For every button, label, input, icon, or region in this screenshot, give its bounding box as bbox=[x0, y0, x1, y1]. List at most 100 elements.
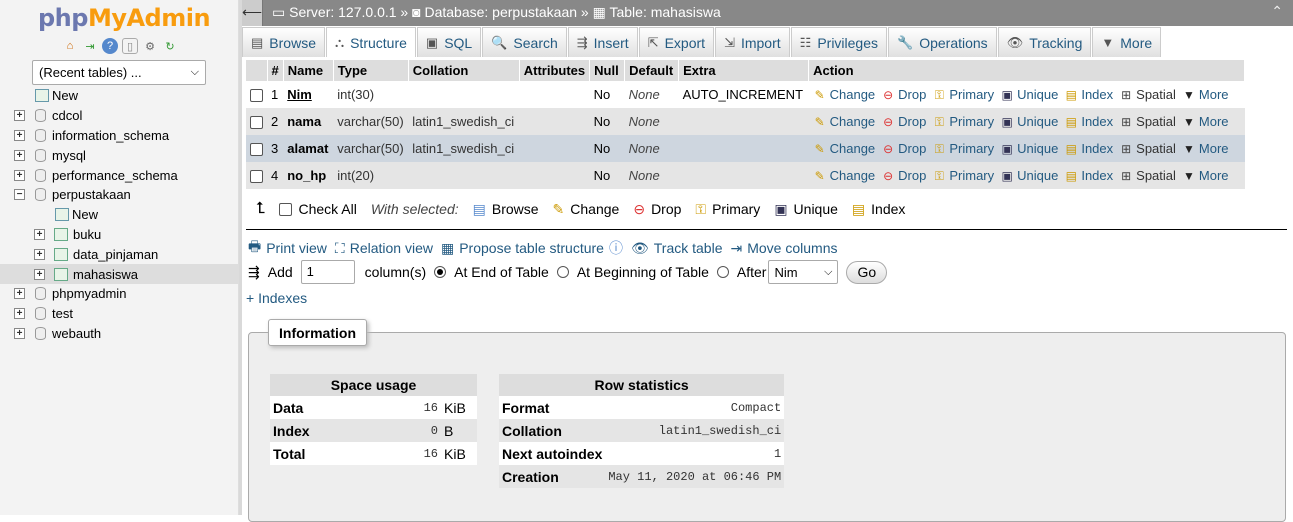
tree-node-buku[interactable]: + buku bbox=[0, 225, 239, 245]
tree-node-New[interactable]: New bbox=[0, 86, 239, 106]
tree-node-webauth[interactable]: + webauth bbox=[0, 324, 239, 344]
action-primary[interactable]: ⚿ Primary bbox=[932, 141, 994, 156]
docs-icon[interactable]: ▯ bbox=[122, 38, 138, 54]
tab-privileges[interactable]: ☷ Privileges bbox=[790, 27, 888, 57]
action-index[interactable]: ▤ Index bbox=[1064, 141, 1113, 156]
action-change[interactable]: ✎ Change bbox=[813, 168, 876, 183]
after-radio[interactable] bbox=[716, 266, 729, 278]
settings-icon[interactable]: ⚙ bbox=[142, 38, 158, 54]
tree-node-information-schema[interactable]: + information_schema bbox=[0, 126, 239, 146]
action-spatial[interactable]: ⊞ Spatial bbox=[1119, 87, 1176, 102]
action-index[interactable]: ▤ Index bbox=[1064, 87, 1113, 102]
expand-icon[interactable]: + bbox=[14, 169, 25, 181]
tree-node-test[interactable]: + test bbox=[0, 304, 239, 324]
print-view-link[interactable]: 🖶 Print view bbox=[248, 236, 327, 260]
action-primary[interactable]: ⚿ Primary bbox=[932, 114, 994, 129]
tab-browse[interactable]: ▤ Browse bbox=[242, 27, 325, 57]
expand-icon[interactable]: + bbox=[14, 129, 25, 141]
action-drop[interactable]: ⊖ Drop bbox=[881, 141, 926, 156]
tab-export[interactable]: ⇱ Export bbox=[638, 27, 715, 57]
action-change[interactable]: ✎ Change bbox=[813, 114, 876, 129]
expand-icon[interactable]: + bbox=[34, 268, 45, 280]
track-table-link[interactable]: 👁 Track table bbox=[631, 236, 723, 260]
row-checkbox[interactable] bbox=[250, 89, 263, 103]
tab-sql[interactable]: ▣ SQL bbox=[416, 27, 482, 57]
with-selected-primary[interactable]: ⚿ Primary bbox=[695, 201, 760, 218]
tab-operations[interactable]: 🔧 Operations bbox=[888, 27, 997, 57]
expand-icon[interactable]: + bbox=[14, 308, 25, 320]
action-unique[interactable]: ▣ Unique bbox=[1000, 87, 1058, 102]
back-arrow-icon[interactable]: ⟵ bbox=[242, 0, 263, 26]
with-selected-unique[interactable]: ▣ Unique bbox=[774, 201, 838, 218]
expand-icon[interactable]: + bbox=[14, 288, 25, 300]
action-index[interactable]: ▤ Index bbox=[1064, 114, 1113, 129]
row-checkbox[interactable] bbox=[250, 170, 263, 184]
tree-node-phpmyadmin[interactable]: + phpmyadmin bbox=[0, 284, 239, 304]
tab-structure[interactable]: ⛬ Structure bbox=[325, 27, 416, 57]
move-columns-link[interactable]: ⇥ Move columns bbox=[730, 236, 837, 260]
expand-icon[interactable]: + bbox=[14, 149, 25, 161]
expand-icon[interactable]: + bbox=[34, 228, 45, 240]
action-drop[interactable]: ⊖ Drop bbox=[881, 114, 926, 129]
collapse-icon[interactable]: ⌃ bbox=[1271, 3, 1283, 20]
expand-icon[interactable]: + bbox=[14, 327, 25, 339]
tab-search[interactable]: 🔍 Search bbox=[482, 27, 567, 57]
collapse-icon[interactable]: − bbox=[14, 189, 25, 201]
with-selected-change[interactable]: ✎ Change bbox=[553, 201, 620, 218]
action-unique[interactable]: ▣ Unique bbox=[1000, 168, 1058, 183]
tab-more[interactable]: ▼ More bbox=[1092, 27, 1162, 57]
tree-node-performance-schema[interactable]: + performance_schema bbox=[0, 165, 239, 185]
tab-import[interactable]: ⇲ Import bbox=[715, 27, 790, 57]
go-button[interactable]: Go bbox=[846, 260, 888, 284]
action-index[interactable]: ▤ Index bbox=[1064, 168, 1113, 183]
relation-view-link[interactable]: ⛶ Relation view bbox=[335, 236, 433, 260]
row-checkbox[interactable] bbox=[250, 143, 263, 157]
tree-node-New[interactable]: New bbox=[0, 205, 239, 225]
action-spatial[interactable]: ⊞ Spatial bbox=[1119, 141, 1176, 156]
action-unique[interactable]: ▣ Unique bbox=[1000, 114, 1058, 129]
expand-icon[interactable]: + bbox=[34, 248, 45, 260]
check-all-checkbox[interactable] bbox=[279, 202, 293, 216]
action-primary[interactable]: ⚿ Primary bbox=[932, 168, 994, 183]
after-column-select[interactable]: Nim ⌵ bbox=[768, 260, 839, 284]
with-selected-drop[interactable]: ⊖ Drop bbox=[633, 201, 681, 218]
expand-icon[interactable]: + bbox=[14, 110, 25, 122]
at-end-radio[interactable] bbox=[434, 266, 447, 278]
propose-structure-link[interactable]: ▦ Propose table structure ⓘ bbox=[441, 236, 623, 260]
recent-tables-select[interactable]: (Recent tables) ... ⌵ bbox=[32, 60, 206, 85]
action-change[interactable]: ✎ Change bbox=[813, 141, 876, 156]
help-icon[interactable]: ⓘ bbox=[609, 238, 623, 258]
tab-insert[interactable]: ⇶ Insert bbox=[567, 27, 638, 57]
tree-node-mysql[interactable]: + mysql bbox=[0, 145, 239, 165]
phpmyadmin-logo[interactable]: phpMyAdmin bbox=[38, 4, 211, 32]
help-icon[interactable]: ? bbox=[102, 38, 118, 54]
panel-splitter[interactable] bbox=[239, 0, 242, 515]
tree-node-cdcol[interactable]: + cdcol bbox=[0, 106, 239, 126]
at-beginning-radio[interactable] bbox=[556, 266, 569, 278]
tree-node-perpustakaan[interactable]: − perpustakaan bbox=[0, 185, 239, 205]
tree-node-mahasiswa[interactable]: + mahasiswa bbox=[0, 264, 239, 284]
logout-icon[interactable]: ⇥ bbox=[82, 38, 98, 54]
indexes-toggle-link[interactable]: + Indexes bbox=[246, 290, 307, 306]
home-icon[interactable]: ⌂ bbox=[62, 38, 78, 54]
reload-icon[interactable]: ↻ bbox=[162, 38, 178, 54]
action-drop[interactable]: ⊖ Drop bbox=[881, 87, 926, 102]
tab-tracking[interactable]: 👁 Tracking bbox=[997, 27, 1092, 57]
action-drop[interactable]: ⊖ Drop bbox=[881, 168, 926, 183]
action-change[interactable]: ✎ Change bbox=[813, 87, 876, 102]
action-more[interactable]: ▼ More bbox=[1182, 114, 1229, 129]
action-more[interactable]: ▼ More bbox=[1182, 87, 1229, 102]
action-primary[interactable]: ⚿ Primary bbox=[932, 87, 994, 102]
with-selected-browse[interactable]: ▤ Browse bbox=[473, 201, 539, 218]
column-count-input[interactable]: 1 bbox=[300, 260, 355, 284]
column-name[interactable]: Nim bbox=[283, 81, 334, 108]
action-more[interactable]: ▼ More bbox=[1182, 141, 1229, 156]
breadcrumb-database[interactable]: Database: perpustakaan bbox=[424, 4, 577, 20]
check-all[interactable]: Check All bbox=[279, 201, 357, 217]
with-selected-index[interactable]: ▤ Index bbox=[852, 201, 905, 218]
action-spatial[interactable]: ⊞ Spatial bbox=[1119, 168, 1176, 183]
breadcrumb-server[interactable]: Server: 127.0.0.1 bbox=[289, 4, 396, 20]
tree-node-data-pinjaman[interactable]: + data_pinjaman bbox=[0, 244, 239, 264]
action-unique[interactable]: ▣ Unique bbox=[1000, 141, 1058, 156]
action-spatial[interactable]: ⊞ Spatial bbox=[1119, 114, 1176, 129]
